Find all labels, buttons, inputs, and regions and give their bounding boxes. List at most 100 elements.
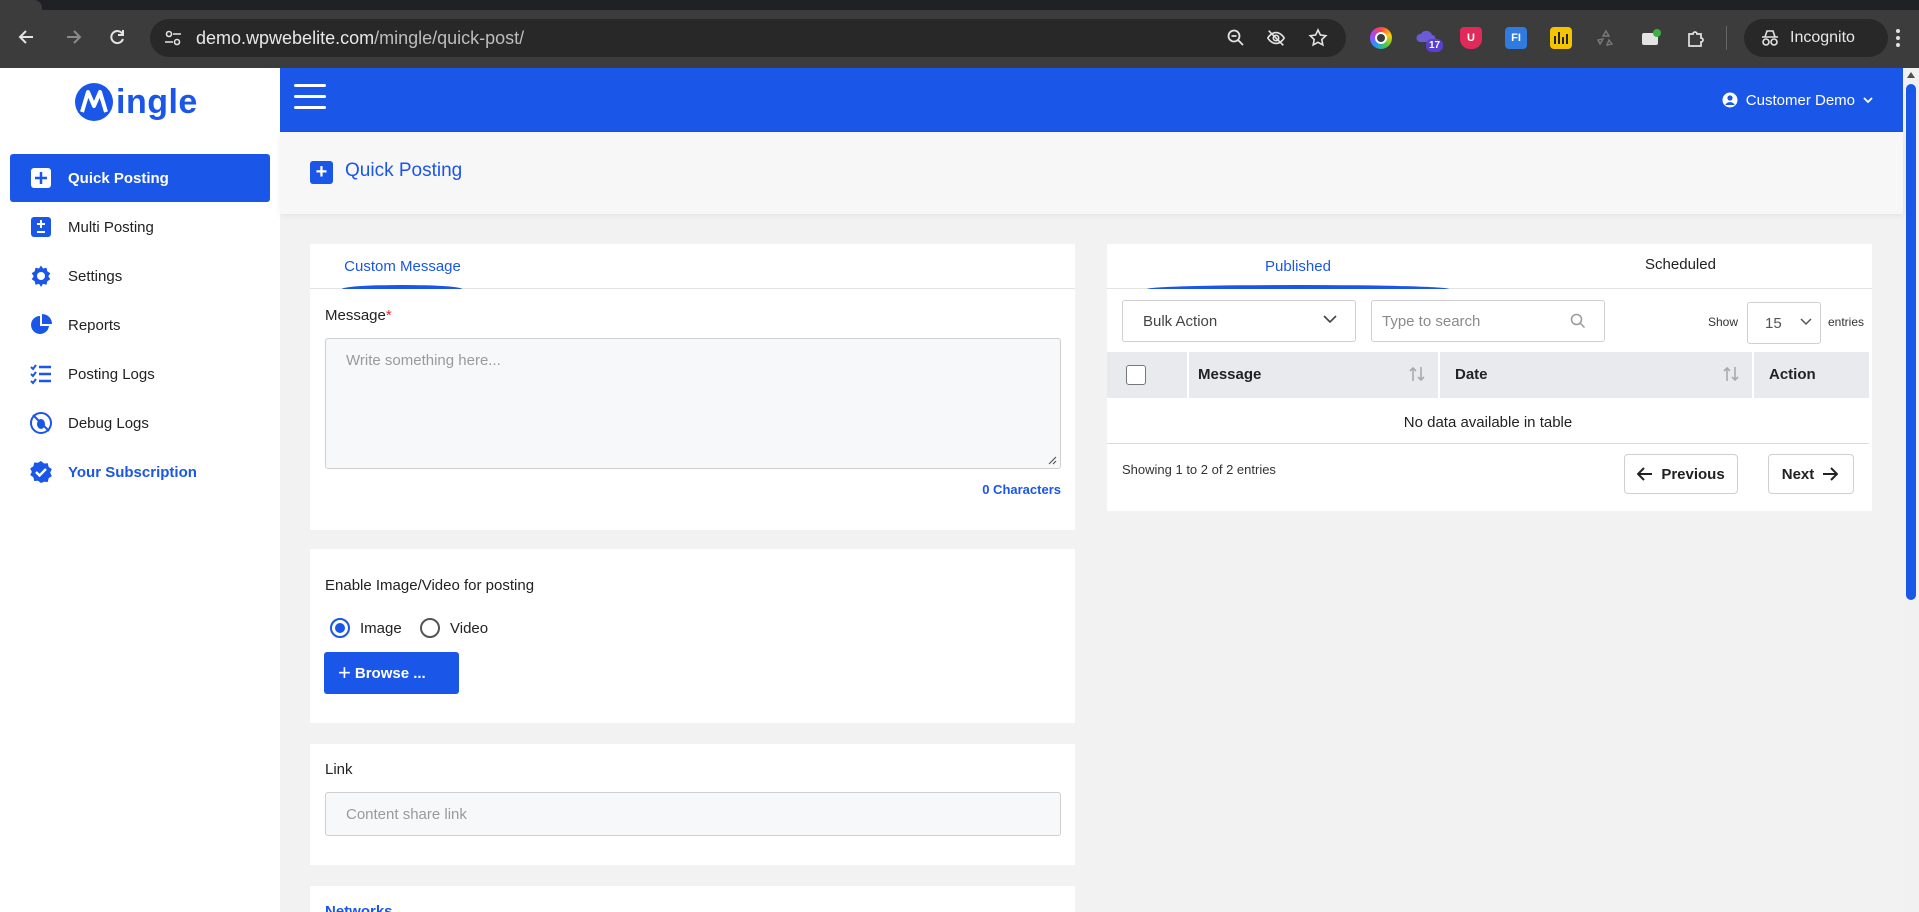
mingle-logo[interactable]: M ingle [74, 80, 198, 124]
arrow-right-icon [1823, 467, 1839, 481]
resize-handle-icon[interactable] [1047, 455, 1057, 465]
sort-arrows-icon[interactable] [1408, 365, 1426, 383]
shield-extension-icon[interactable]: U [1460, 27, 1482, 49]
bulk-action-value: Bulk Action [1143, 312, 1218, 330]
incognito-icon [1762, 30, 1778, 46]
page-header: + Quick Posting [280, 132, 1903, 214]
plus-square-icon [28, 165, 54, 191]
bars-extension-icon[interactable] [1550, 27, 1572, 49]
plus-square-icon: + [310, 161, 333, 184]
incognito-badge[interactable]: Incognito [1744, 19, 1888, 57]
table-bottom-border [1107, 443, 1869, 444]
link-input[interactable]: Content share link [325, 792, 1061, 836]
radio-image-label: Image [360, 619, 402, 637]
plus-minus-icon [28, 214, 54, 240]
search-input[interactable]: Type to search [1371, 300, 1605, 342]
sidebar-item-posting-logs[interactable]: Posting Logs [10, 350, 270, 398]
svg-text:M: M [74, 82, 86, 85]
bulk-action-select[interactable]: Bulk Action [1122, 300, 1356, 342]
tab-published[interactable]: Published [1107, 258, 1489, 275]
browser-menu-icon[interactable] [1888, 28, 1908, 50]
user-name: Customer Demo [1745, 91, 1855, 109]
page-scrollbar[interactable] [1903, 68, 1919, 912]
color-picker-extension-icon[interactable] [1370, 27, 1392, 49]
recycle-extension-icon[interactable] [1595, 27, 1617, 49]
message-card: Custom Message Message* Write something … [310, 244, 1075, 530]
next-label: Next [1781, 465, 1815, 483]
sidebar-item-reports[interactable]: Reports [10, 301, 270, 349]
sidebar-item-label: Settings [68, 267, 123, 285]
user-menu[interactable]: Customer Demo [1722, 88, 1881, 112]
radio-video-option[interactable]: Video [420, 618, 488, 638]
address-bar[interactable]: demo.wpwebelite.com/mingle/quick-post/ [150, 19, 1346, 57]
sidebar-nav: Quick Posting Multi Posting Settings Rep… [10, 154, 270, 497]
toolbar-divider [1726, 26, 1727, 50]
posts-card: Published Scheduled Bulk Action Type to … [1107, 244, 1872, 511]
scroll-up-arrow-icon[interactable] [1907, 72, 1915, 78]
media-card: Enable Image/Video for posting Image Vid… [310, 549, 1075, 723]
browser-chrome: demo.wpwebelite.com/mingle/quick-post/ 1… [0, 0, 1919, 68]
sidebar-item-label: Posting Logs [68, 365, 155, 383]
entries-select[interactable]: 15 [1747, 302, 1821, 344]
message-placeholder: Write something here... [346, 352, 501, 369]
logo-wordmark: ingle [116, 82, 198, 121]
previous-button[interactable]: Previous [1624, 454, 1738, 494]
eye-off-icon[interactable] [1266, 28, 1286, 48]
forward-arrow-icon[interactable] [60, 24, 86, 50]
puzzle-extensions-icon[interactable] [1685, 27, 1707, 49]
sidebar-item-label: Your Subscription [68, 463, 197, 481]
next-button[interactable]: Next [1768, 454, 1854, 494]
reload-icon[interactable] [104, 24, 130, 50]
pie-chart-icon [28, 312, 54, 338]
chevron-down-icon [1800, 318, 1812, 326]
chevron-down-icon [1323, 315, 1337, 324]
posts-tabs: Published Scheduled [1107, 244, 1872, 289]
empty-table-message: No data available in table [1403, 414, 1573, 431]
show-label: Show [1708, 315, 1739, 329]
message-textarea[interactable]: Write something here... [325, 338, 1061, 469]
sidebar-item-debug-logs[interactable]: Debug Logs [10, 399, 270, 447]
chevron-down-icon [1863, 97, 1873, 104]
mingle-logo-icon: M [74, 82, 113, 121]
column-date[interactable]: Date [1455, 366, 1488, 383]
zoom-icon[interactable] [1226, 28, 1246, 48]
back-arrow-icon[interactable] [14, 24, 40, 50]
entries-label: entries [1828, 315, 1865, 329]
tab-custom-message[interactable]: Custom Message [340, 258, 465, 275]
sidebar-item-your-subscription[interactable]: Your Subscription [10, 448, 270, 496]
character-counter: 0 Characters [982, 482, 1061, 497]
browse-button[interactable]: + Browse ... [324, 652, 459, 694]
tab-strip [0, 0, 1919, 10]
sort-arrows-icon[interactable] [1722, 365, 1740, 383]
screenshot-extension-icon[interactable] [1640, 27, 1662, 49]
link-label: Link [325, 761, 353, 778]
radio-video[interactable] [420, 618, 440, 638]
site-settings-icon[interactable] [164, 29, 182, 47]
radio-image[interactable] [330, 618, 350, 638]
sidebar-item-quick-posting[interactable]: Quick Posting [10, 154, 270, 202]
list-check-icon [28, 361, 54, 387]
link-card: Link Content share link [310, 744, 1075, 865]
select-all-checkbox[interactable] [1126, 365, 1146, 385]
tab-scheduled[interactable]: Scheduled [1489, 256, 1872, 273]
networks-label: Networks [325, 903, 393, 912]
active-tab-stub[interactable] [0, 0, 42, 10]
fi-extension-icon[interactable]: FI [1505, 27, 1527, 49]
hamburger-menu-icon[interactable] [294, 84, 326, 114]
url-text[interactable]: demo.wpwebelite.com/mingle/quick-post/ [196, 28, 524, 49]
networks-card: Networks [310, 886, 1075, 912]
tab-active-indicator [1147, 285, 1449, 289]
search-icon [1570, 313, 1586, 329]
sidebar-item-settings[interactable]: Settings [10, 252, 270, 300]
column-message[interactable]: Message [1198, 366, 1261, 383]
bookmark-star-icon[interactable] [1308, 28, 1328, 48]
sidebar-item-multi-posting[interactable]: Multi Posting [10, 203, 270, 251]
media-label: Enable Image/Video for posting [325, 577, 535, 594]
radio-image-option[interactable]: Image [330, 618, 402, 638]
app-topbar: Customer Demo [280, 68, 1903, 132]
sidebar-item-label: Reports [68, 316, 121, 334]
cloud-extension-icon[interactable]: 17 [1416, 27, 1444, 52]
sidebar-item-label: Quick Posting [68, 169, 169, 187]
scrollbar-thumb[interactable] [1906, 84, 1916, 600]
table-header: Message Date Action [1107, 352, 1869, 398]
